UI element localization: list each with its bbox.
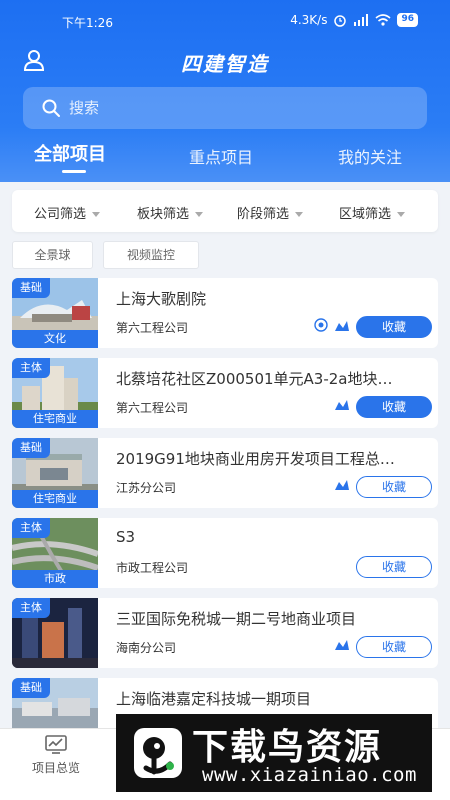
project-card[interactable]: 基础 文化 上海大歌剧院 第六工程公司 收藏 xyxy=(12,278,438,348)
project-title: 北蔡培花社区Z000501单元A3-2a地块… xyxy=(116,370,393,388)
project-company: 江苏分公司 xyxy=(116,481,177,495)
filter-stage-label: 阶段筛选 xyxy=(237,207,290,222)
project-card[interactable]: 主体 三亚国际免税城一期二号地商业项目 海南分公司 收藏 xyxy=(12,598,438,668)
filter-stage[interactable]: 阶段筛选 xyxy=(237,203,304,222)
stage-tag: 基础 xyxy=(12,678,50,698)
chevron-down-icon xyxy=(92,212,101,217)
network-speed: 4.3K/s xyxy=(290,13,328,27)
favorite-button[interactable]: 收藏 xyxy=(356,396,432,418)
tab-my-follows[interactable]: 我的关注 xyxy=(338,144,402,168)
search-icon xyxy=(42,99,60,117)
battery-indicator: 96 xyxy=(397,13,418,27)
filter-bar: 公司筛选 板块筛选 阶段筛选 区域筛选 xyxy=(12,190,438,232)
watermark-url: www.xiazainiao.com xyxy=(202,764,417,786)
stage-tag: 主体 xyxy=(12,598,50,618)
project-icons xyxy=(314,318,350,332)
search-input[interactable] xyxy=(69,87,409,129)
status-icons: 4.3K/s 96 xyxy=(290,13,418,27)
project-icons xyxy=(334,478,350,490)
project-title: S3 xyxy=(116,528,136,546)
category-label: 市政 xyxy=(12,570,98,588)
favorite-button[interactable]: 收藏 xyxy=(356,636,432,658)
chip-panorama[interactable]: 全景球 xyxy=(12,241,93,269)
project-title: 上海临港嘉定科技城一期项目 xyxy=(116,690,312,708)
nav-project-overview[interactable]: 项目总览 xyxy=(28,735,84,776)
project-company: 市政工程公司 xyxy=(116,561,189,575)
status-time: 下午1:26 xyxy=(62,16,113,30)
category-label: 住宅商业 xyxy=(12,490,98,508)
tab-bar: 全部项目 重点项目 我的关注 xyxy=(0,140,450,176)
chip-video-monitor[interactable]: 视频监控 xyxy=(103,241,199,269)
tab-key-projects[interactable]: 重点项目 xyxy=(189,144,253,168)
filter-region-label: 区域筛选 xyxy=(339,207,392,222)
project-company: 海南分公司 xyxy=(116,641,177,655)
project-title: 三亚国际免税城一期二号地商业项目 xyxy=(116,610,357,628)
chart-icon[interactable] xyxy=(334,398,350,410)
header: 下午1:26 4.3K/s 96 四建智造 全部项目 重点项目 我的关注 xyxy=(0,0,450,182)
chart-icon[interactable] xyxy=(334,319,350,331)
project-title: 上海大歌剧院 xyxy=(116,290,207,308)
project-thumbnail: 主体 住宅商业 xyxy=(12,358,98,428)
filter-company[interactable]: 公司筛选 xyxy=(34,203,101,222)
stage-tag: 基础 xyxy=(12,278,50,298)
filter-region[interactable]: 区域筛选 xyxy=(339,203,406,222)
signal-icon xyxy=(354,14,369,26)
chevron-down-icon xyxy=(397,212,406,217)
project-company: 第六工程公司 xyxy=(116,321,189,335)
project-thumbnail: 主体 市政 xyxy=(12,518,98,588)
project-thumbnail: 基础 文化 xyxy=(12,278,98,348)
stage-tag: 主体 xyxy=(12,358,50,378)
dashboard-icon xyxy=(45,735,67,754)
favorite-button[interactable]: 收藏 xyxy=(356,476,432,498)
project-title: 2019G91地块商业用房开发项目工程总… xyxy=(116,450,395,468)
category-label: 住宅商业 xyxy=(12,410,98,428)
wifi-icon xyxy=(375,14,391,26)
bird-logo-icon xyxy=(134,728,182,778)
stage-tag: 主体 xyxy=(12,518,50,538)
watermark-banner: 下载鸟资源 www.xiazainiao.com xyxy=(116,714,432,792)
project-card[interactable]: 基础 住宅商业 2019G91地块商业用房开发项目工程总… 江苏分公司 收藏 xyxy=(12,438,438,508)
category-label: 文化 xyxy=(12,330,98,348)
search-bar[interactable] xyxy=(23,87,427,129)
panorama-icon[interactable] xyxy=(314,318,328,332)
tab-underline xyxy=(62,170,86,173)
tab-all-projects[interactable]: 全部项目 xyxy=(34,140,106,166)
chevron-down-icon xyxy=(195,212,204,217)
chevron-down-icon xyxy=(295,212,304,217)
project-card[interactable]: 主体 市政 S3 市政工程公司 收藏 xyxy=(12,518,438,588)
status-bar: 下午1:26 4.3K/s 96 xyxy=(0,0,450,42)
watermark-text: 下载鸟资源 xyxy=(192,727,383,768)
nav-project-overview-label: 项目总览 xyxy=(31,761,80,775)
favorite-button[interactable]: 收藏 xyxy=(356,556,432,578)
favorite-button[interactable]: 收藏 xyxy=(356,316,432,338)
project-icons xyxy=(334,398,350,410)
app-title: 四建智造 xyxy=(181,52,269,76)
chart-icon[interactable] xyxy=(334,478,350,490)
project-company: 第六工程公司 xyxy=(116,401,189,415)
project-icons xyxy=(334,638,350,650)
chart-icon[interactable] xyxy=(334,638,350,650)
filter-company-label: 公司筛选 xyxy=(34,207,87,222)
alarm-icon xyxy=(334,15,347,27)
project-card[interactable]: 主体 住宅商业 北蔡培花社区Z000501单元A3-2a地块… 第六工程公司 收… xyxy=(12,358,438,428)
project-thumbnail: 主体 xyxy=(12,598,98,668)
project-thumbnail: 基础 住宅商业 xyxy=(12,438,98,508)
stage-tag: 基础 xyxy=(12,438,50,458)
filter-sector[interactable]: 板块筛选 xyxy=(137,203,204,222)
filter-sector-label: 板块筛选 xyxy=(137,207,190,222)
